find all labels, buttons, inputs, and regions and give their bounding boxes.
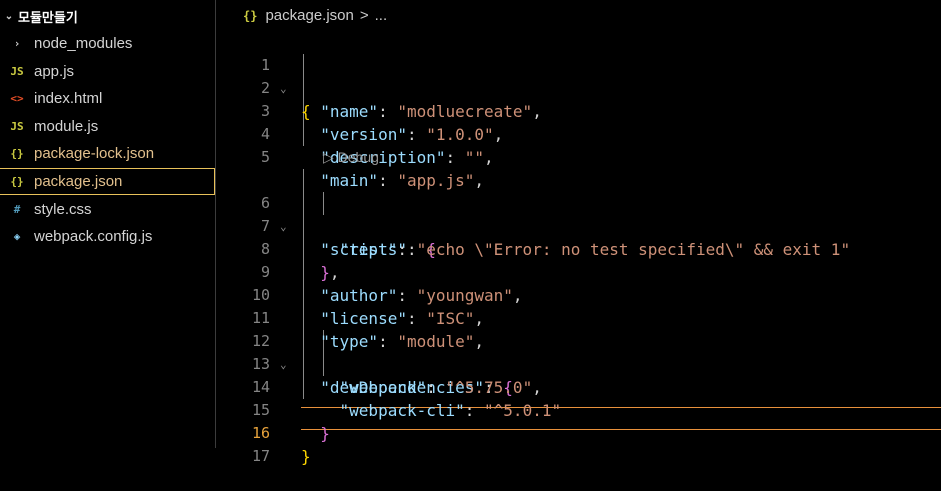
tree-item-label: package-lock.json [34, 145, 155, 162]
code-line: 2 "name": "modluecreate", [216, 54, 941, 121]
code-line: 3 "version": "1.0.0", [216, 77, 941, 144]
code-line: 17 [216, 422, 941, 465]
webpack-file-icon: ◈ [13, 230, 21, 243]
code-editor[interactable]: {} package.json > ... 1 ⌄ { 2 "name": "m… [216, 0, 941, 466]
tree-item-label: app.js [34, 63, 75, 80]
js-file-icon: JS [10, 65, 24, 78]
explorer-sidebar: ⌄ 모듈만들기 › node_modules JS app.js <> inde… [0, 0, 216, 448]
tree-item-index-html[interactable]: <> index.html [0, 85, 215, 112]
tree-item-package-lock-json[interactable]: {} package-lock.json [0, 140, 215, 167]
json-file-icon: {} [243, 8, 258, 23]
json-file-icon: {} [10, 175, 24, 188]
html-file-icon: <> [10, 92, 24, 105]
chevron-right-icon: > [359, 7, 369, 24]
tree-item-node-modules[interactable]: › node_modules [0, 30, 215, 57]
code-line: 14 "webpack-cli": "^5.0.1" [216, 353, 941, 420]
css-file-icon: # [13, 203, 21, 216]
code-line: 5 "main": "app.js", [216, 123, 941, 190]
tree-item-style-css[interactable]: # style.css [0, 196, 215, 223]
code-lines[interactable]: 1 ⌄ { 2 "name": "modluecreate", 3 "versi… [216, 31, 941, 466]
code-line: 9 "author": "youngwan", [216, 238, 941, 305]
code-line: 6 ⌄ "scripts": { [216, 169, 941, 259]
tree-item-webpack-config-js[interactable]: ◈ webpack.config.js [0, 223, 215, 250]
tree-item-label: index.html [34, 90, 103, 107]
code-line: 15 } [216, 376, 941, 443]
code-line: 13 "webpack": "^5.75.0", [216, 330, 941, 397]
tree-item-label: package.json [34, 173, 123, 190]
folder-name: 모듈만들기 [18, 9, 78, 25]
code-line: 8 }, [216, 215, 941, 282]
code-line: 1 ⌄ { [216, 31, 941, 121]
brace-close: } [301, 447, 311, 466]
tree-item-app-js[interactable]: JS app.js [0, 58, 215, 85]
tree-item-label: webpack.config.js [34, 228, 153, 245]
breadcrumb-symbol[interactable]: ... [375, 7, 388, 24]
breadcrumb-file[interactable]: package.json [265, 7, 353, 24]
line-number: 17 [251, 447, 270, 465]
tree-item-module-js[interactable]: JS module.js [0, 113, 215, 140]
chevron-right-icon[interactable]: › [10, 37, 24, 50]
codelens-row: ▷ Debug [216, 146, 941, 169]
tree-item-label: module.js [34, 118, 99, 135]
code-line: 12 ⌄ "devDependencies": { [216, 307, 941, 397]
json-file-icon: {} [10, 147, 24, 160]
js-file-icon: JS [10, 120, 24, 133]
explorer-folder-header[interactable]: ⌄ 모듈만들기 [0, 3, 215, 29]
breadcrumb: {} package.json > ... [216, 0, 941, 31]
tree-item-label: style.css [34, 201, 92, 218]
code-line: 4 "description": "", [216, 100, 941, 167]
tree-item-label: node_modules [34, 35, 133, 52]
chevron-down-icon[interactable]: ⌄ [0, 11, 18, 22]
code-line: 11 "type": "module", [216, 284, 941, 351]
code-line: 16 } [216, 399, 941, 466]
code-line: 10 "license": "ISC", [216, 261, 941, 328]
debug-codelens[interactable]: ▷ Debug [323, 146, 379, 169]
tree-item-package-json[interactable]: {} package.json [0, 168, 215, 195]
code-line: 7 "test": "echo \"Error: no test specifi… [216, 192, 941, 259]
